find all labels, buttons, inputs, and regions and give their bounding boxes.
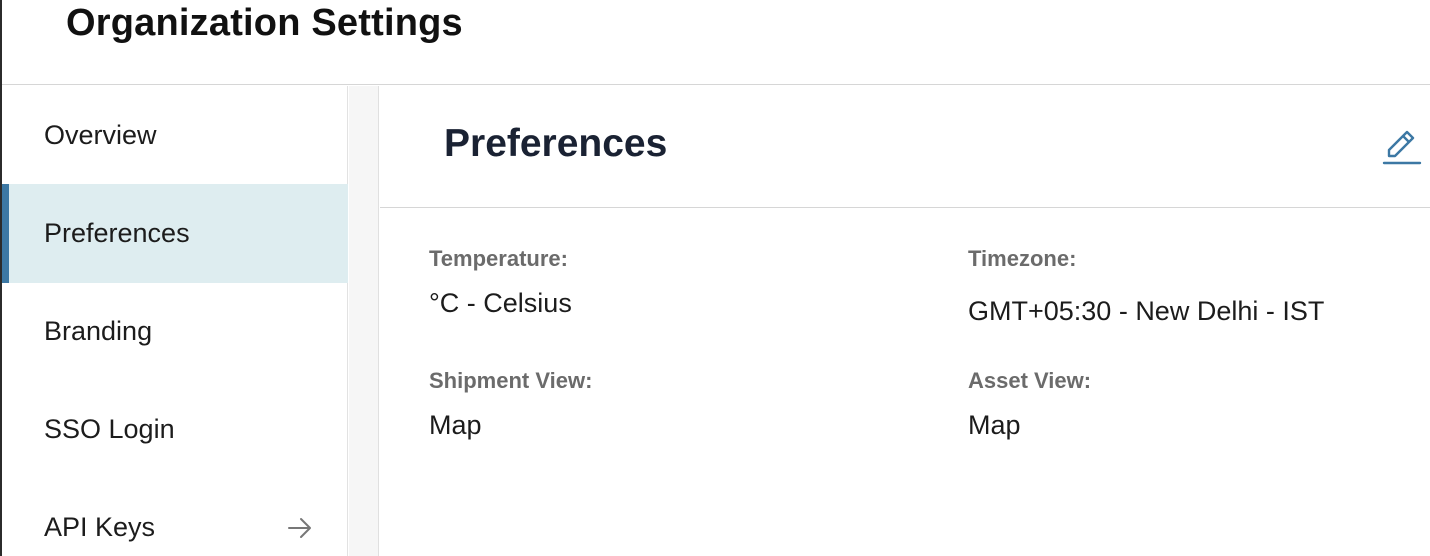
sidebar-item-overview[interactable]: Overview [2,86,348,185]
section-header: Preferences [380,86,1430,208]
sidebar-item-label: SSO Login [44,414,175,444]
asset-view-value: Map [968,410,1021,440]
page-title: Organization Settings [66,2,463,44]
timezone-label: Timezone: [968,246,1077,271]
section-title: Preferences [444,122,668,165]
sidebar-item-api-keys[interactable]: API Keys [2,478,348,556]
sidebar-item-label: Branding [44,316,153,346]
preferences-panel: Preferences Temperature: °C - Celsius Ti… [380,86,1430,556]
shipment-view-label: Shipment View: [429,368,593,393]
sidebar-item-branding[interactable]: Branding [2,282,348,381]
temperature-value: °C - Celsius [429,288,572,318]
sidebar-divider [349,86,379,556]
shipment-view-value: Map [429,410,482,440]
page-header: Organization Settings [2,0,1430,85]
asset-view-label: Asset View: [968,368,1092,393]
timezone-value: GMT+05:30 - New Delhi - IST [968,296,1325,326]
sidebar-item-label: Preferences [44,218,190,248]
sidebar-item-label: API Keys [44,512,156,542]
sidebar-item-label: Overview [44,120,157,150]
temperature-label: Temperature: [429,246,568,271]
arrow-right-icon [286,514,314,542]
sidebar-item-preferences[interactable]: Preferences [2,184,348,283]
settings-page: Organization Settings Overview Preferenc… [0,0,1430,556]
settings-sidebar: Overview Preferences Branding SSO Login … [2,86,348,556]
sidebar-item-sso-login[interactable]: SSO Login [2,380,348,479]
pencil-icon [1382,130,1422,165]
edit-button[interactable] [1380,126,1422,168]
